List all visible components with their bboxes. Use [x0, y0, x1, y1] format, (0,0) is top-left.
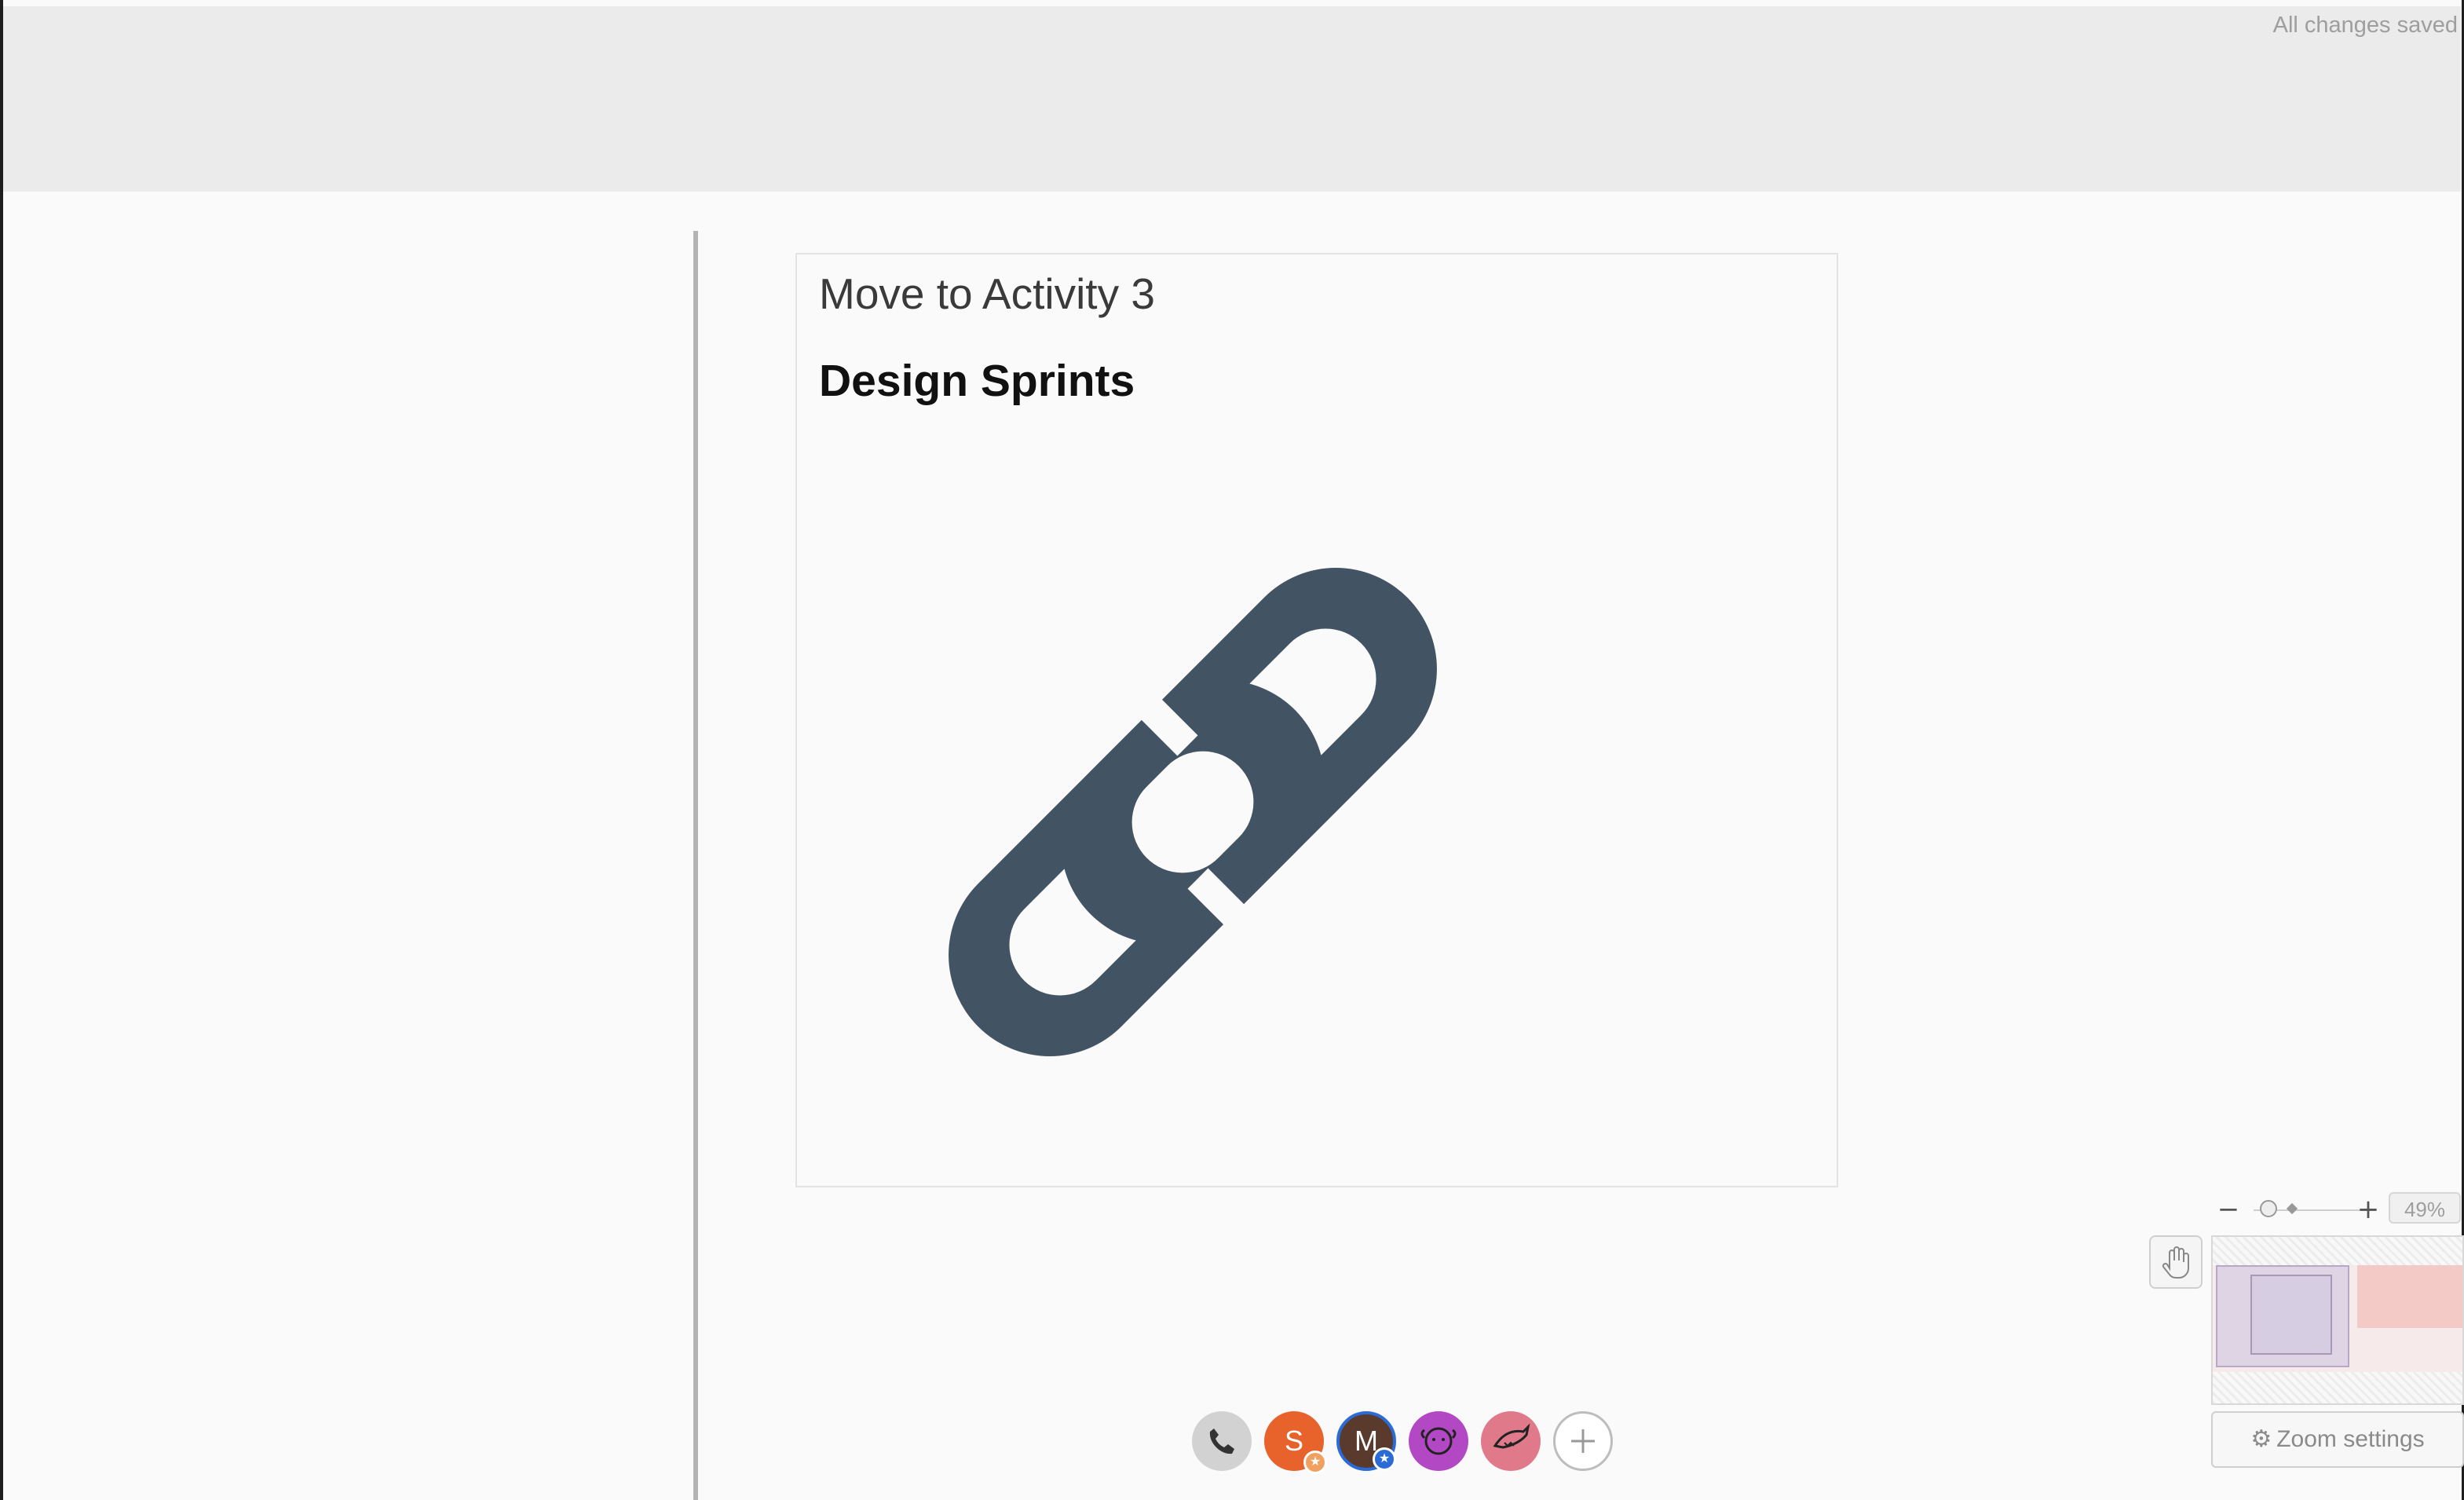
- participant-avatar-sheep[interactable]: [1409, 1411, 1468, 1471]
- zoom-default-marker: [2286, 1202, 2298, 1215]
- participant-avatar-s[interactable]: S ★: [1264, 1411, 1327, 1474]
- star-badge-icon: ★: [1303, 1451, 1327, 1474]
- header-bar: [3, 6, 2461, 192]
- top-strip: [0, 0, 2464, 6]
- phone-icon: [1209, 1429, 1234, 1454]
- add-participant-button[interactable]: [1553, 1411, 1613, 1471]
- sheep-icon: [1420, 1427, 1457, 1455]
- zoom-settings-button[interactable]: ⚙ Zoom settings: [2211, 1411, 2464, 1468]
- panel-divider[interactable]: [693, 231, 698, 1500]
- card-title: Move to Activity 3: [819, 269, 1155, 318]
- zoom-in-button[interactable]: +: [2354, 1194, 2382, 1225]
- minimap-viewport: [2357, 1265, 2462, 1328]
- pan-tool-button[interactable]: [2149, 1235, 2203, 1289]
- window-left-edge: [0, 0, 3, 1500]
- shark-icon: [1493, 1423, 1530, 1449]
- link-icon: [949, 568, 1437, 1056]
- minimap-card: [2250, 1275, 2332, 1355]
- activity-card: Move to Activity 3 Design Sprints: [795, 253, 1838, 1187]
- participant-avatar-shark[interactable]: [1481, 1411, 1541, 1471]
- zoom-slider-thumb[interactable]: [2260, 1200, 2277, 1217]
- zoom-percent[interactable]: 49%: [2389, 1192, 2461, 1224]
- hand-icon: [2162, 1246, 2189, 1279]
- zoom-out-button[interactable]: −: [2214, 1194, 2243, 1225]
- card-subtitle: Design Sprints: [819, 356, 1135, 406]
- zoom-controls: − + 49%: [2214, 1191, 2462, 1230]
- gear-icon: ⚙: [2250, 1426, 2272, 1452]
- participant-avatar-m[interactable]: M ★: [1336, 1411, 1396, 1471]
- zoom-settings-label: Zoom settings: [2276, 1426, 2425, 1452]
- star-badge-icon: ★: [1373, 1447, 1396, 1471]
- minimap[interactable]: [2211, 1235, 2464, 1405]
- call-button[interactable]: [1192, 1411, 1252, 1471]
- add-participant-icon: [1571, 1429, 1595, 1453]
- save-status: All changes saved: [2272, 13, 2458, 38]
- participant-initial: S: [1284, 1425, 1303, 1457]
